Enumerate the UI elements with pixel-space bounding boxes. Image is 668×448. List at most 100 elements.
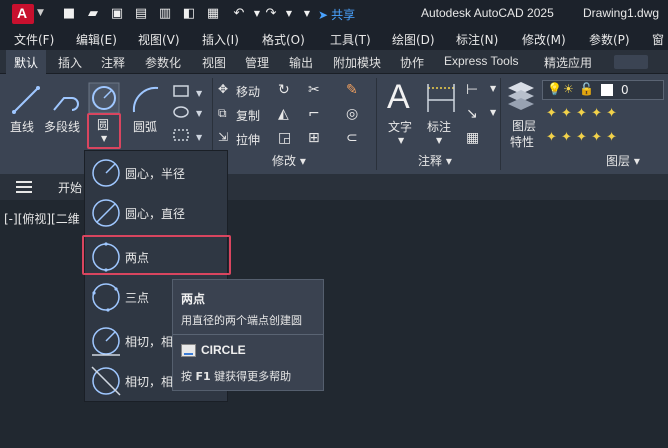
layer-name: 0 <box>621 83 629 97</box>
circle-center-diameter-icon <box>92 199 120 227</box>
save-as-icon[interactable]: ▤ <box>132 5 150 23</box>
move-icon[interactable]: ✥ <box>218 82 228 96</box>
new-file-icon[interactable]: ■ <box>60 5 78 23</box>
text-button-label[interactable]: 文字 <box>388 118 412 135</box>
layer-properties-label-1[interactable]: 图层 <box>512 117 536 134</box>
save-icon[interactable]: ▣ <box>108 5 126 23</box>
array-icon[interactable]: ⊞ <box>308 130 320 146</box>
svg-text:▼: ▼ <box>196 89 203 98</box>
mirror-icon[interactable]: ◭ <box>278 106 289 122</box>
offset-icon[interactable]: ⊂ <box>346 130 358 146</box>
text-dropdown-icon[interactable]: ▼ <box>398 136 404 145</box>
layer-tools-row1-icons[interactable]: ✦ ✦ ✦ ✦ ✦ <box>546 106 617 121</box>
linear-dim-dropdown-icon[interactable]: ▼ <box>490 84 496 93</box>
dimension-icon[interactable] <box>424 82 458 116</box>
share-icon: ➤ <box>318 8 329 22</box>
stretch-button-label[interactable]: 拉伸 <box>236 131 260 148</box>
dimension-dropdown-icon[interactable]: ▼ <box>436 136 442 145</box>
redo-dropdown-icon[interactable]: ▼ <box>280 5 298 23</box>
svg-text:▼: ▼ <box>196 133 203 142</box>
annotation-panel-label[interactable]: 注释 ▾ <box>418 152 452 169</box>
layers-panel-label[interactable]: 图层 ▾ <box>606 152 640 169</box>
menu-view[interactable]: 视图(V) <box>138 31 180 48</box>
menu-window[interactable]: 窗 <box>652 31 664 48</box>
viewport-controls[interactable]: [-][俯视][二维 <box>4 210 80 227</box>
tab-addins[interactable]: 附加模块 <box>333 54 381 71</box>
circle-three-point-icon <box>92 283 120 312</box>
menu-format[interactable]: 格式(O) <box>262 31 305 48</box>
tab-manage[interactable]: 管理 <box>245 54 269 71</box>
ribbon-minimize-toggle[interactable] <box>614 55 648 69</box>
undo-icon[interactable]: ↶ <box>230 5 248 23</box>
circle-icon[interactable] <box>88 82 120 114</box>
circle-center-radius-item[interactable]: 圆心，半径 <box>85 153 227 193</box>
autocad-logo[interactable]: A <box>12 4 34 24</box>
tab-default[interactable]: 默认 <box>6 50 47 74</box>
layer-tools-row2-icons[interactable]: ✦ ✦ ✦ ✦ ✦ <box>546 130 617 145</box>
layer-thaw-icon: ☀ <box>563 82 574 96</box>
leader-icon[interactable]: ↘ <box>466 106 478 122</box>
polyline-icon[interactable] <box>50 84 82 116</box>
print-icon[interactable]: ▦ <box>204 5 222 23</box>
tab-annotate[interactable]: 注释 <box>101 54 125 71</box>
explode-icon[interactable]: ◎ <box>346 106 358 122</box>
leader-dropdown-icon[interactable]: ▼ <box>490 108 496 117</box>
circle-center-radius-icon <box>92 159 120 187</box>
tab-view[interactable]: 视图 <box>202 54 226 71</box>
scale-icon[interactable]: ◲ <box>278 130 291 146</box>
redo-icon[interactable]: ↷ <box>262 5 280 23</box>
arc-icon[interactable] <box>130 84 162 116</box>
web-save-icon[interactable]: ◧ <box>180 5 198 23</box>
layer-unlock-icon: 🔓 <box>579 82 594 96</box>
circle-tan-tan-radius-icon <box>92 327 120 356</box>
rotate-icon[interactable]: ↻ <box>278 82 290 98</box>
table-icon[interactable]: ▦ <box>466 130 479 146</box>
arc-button-label[interactable]: 圆弧 <box>133 118 157 135</box>
line-button-label[interactable]: 直线 <box>10 118 34 135</box>
menu-file[interactable]: 文件(F) <box>14 31 54 48</box>
customize-toolbar-icon[interactable]: ▼ <box>298 5 316 23</box>
copy-icon[interactable]: ⧉ <box>218 106 227 121</box>
fillet-icon[interactable]: ⌐ <box>308 106 320 122</box>
app-title: Autodesk AutoCAD 2025 <box>421 6 554 20</box>
share-button[interactable]: ➤ 共享 <box>318 6 355 23</box>
layer-properties-icon[interactable] <box>506 80 536 112</box>
copy-button-label[interactable]: 复制 <box>236 107 260 124</box>
menu-draw[interactable]: 绘图(D) <box>392 31 435 48</box>
menu-modify[interactable]: 修改(M) <box>522 31 566 48</box>
linear-dim-icon[interactable]: ⊢ <box>466 82 478 98</box>
circle-center-diameter-item[interactable]: 圆心，直径 <box>85 193 227 233</box>
text-icon[interactable]: A <box>387 78 410 117</box>
menu-parametric[interactable]: 参数(P) <box>589 31 630 48</box>
polyline-button-label[interactable]: 多段线 <box>44 118 80 135</box>
tab-collaborate[interactable]: 协作 <box>400 54 424 71</box>
tab-output[interactable]: 输出 <box>289 54 313 71</box>
stretch-icon[interactable]: ⇲ <box>218 130 228 144</box>
title-bar: A ▼ ■ ▰ ▣ ▤ ▥ ◧ ▦ ↶ ▼ ↷ ▼ ▼ ➤ 共享 Autodesk… <box>0 0 668 28</box>
layer-dropdown[interactable]: 💡 ☀ 🔓 0 <box>542 80 664 100</box>
move-button-label[interactable]: 移动 <box>236 83 260 100</box>
menu-dimension[interactable]: 标注(N) <box>456 31 498 48</box>
hamburger-menu-icon[interactable] <box>16 181 32 193</box>
menu-insert[interactable]: 插入(I) <box>202 31 239 48</box>
circle-dropdown-icon: ▼ <box>101 134 108 143</box>
trim-icon[interactable]: ✂ <box>308 82 320 98</box>
modify-panel-label[interactable]: 修改 ▾ <box>272 152 306 169</box>
erase-icon[interactable]: ✎ <box>346 82 358 98</box>
draw-small-tools-icons[interactable]: ▼ ▼ ▼ <box>172 82 208 150</box>
line-icon[interactable] <box>10 84 42 116</box>
tooltip: 两点 用直径的两个端点创建圆 CIRCLE 按 F1 键获得更多帮助 <box>172 279 324 391</box>
layer-properties-label-2[interactable]: 特性 <box>510 133 534 150</box>
start-tab[interactable]: 开始 <box>58 179 82 196</box>
svg-text:▼: ▼ <box>196 109 203 118</box>
tab-parametric[interactable]: 参数化 <box>145 54 181 71</box>
cloud-save-icon[interactable]: ▥ <box>156 5 174 23</box>
menu-tools[interactable]: 工具(T) <box>330 31 371 48</box>
tab-insert[interactable]: 插入 <box>58 54 82 71</box>
tab-featured-apps[interactable]: 精选应用 <box>544 54 592 71</box>
menu-edit[interactable]: 编辑(E) <box>76 31 117 48</box>
open-folder-icon[interactable]: ▰ <box>84 5 102 23</box>
app-menu-caret-icon[interactable]: ▼ <box>37 8 44 18</box>
dimension-button-label[interactable]: 标注 <box>427 118 451 135</box>
tab-express-tools[interactable]: Express Tools <box>444 54 518 68</box>
